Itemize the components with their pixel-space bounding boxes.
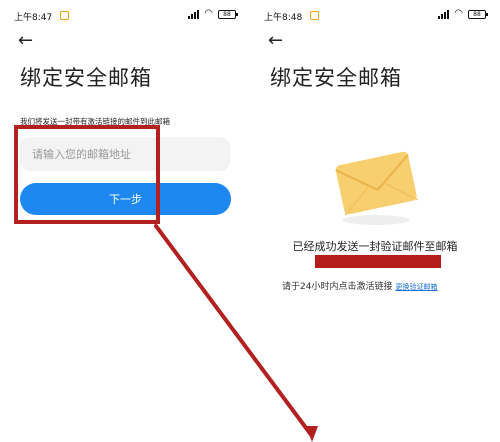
annotation-arrow (154, 224, 318, 442)
